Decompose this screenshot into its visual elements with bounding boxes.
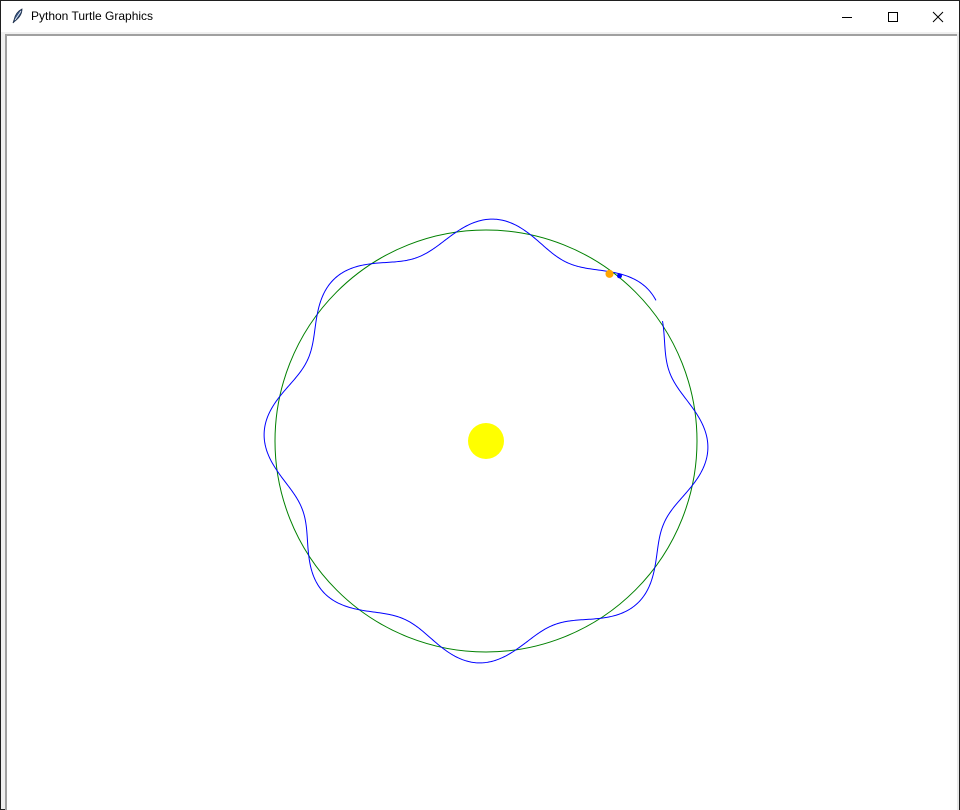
canvas-right-edge bbox=[957, 34, 959, 810]
maximize-button[interactable] bbox=[870, 1, 916, 32]
window-title: Python Turtle Graphics bbox=[31, 9, 154, 23]
feather-icon bbox=[11, 8, 25, 24]
close-icon bbox=[932, 11, 944, 23]
maximize-icon bbox=[887, 11, 899, 23]
title-bar[interactable]: Python Turtle Graphics bbox=[1, 1, 959, 32]
canvas-drawing bbox=[263, 218, 709, 664]
turtle-window: Python Turtle Graphics bbox=[0, 0, 960, 810]
close-button[interactable] bbox=[915, 1, 960, 32]
turtle-canvas[interactable] bbox=[5, 34, 957, 810]
minimize-button[interactable] bbox=[824, 1, 870, 32]
minimize-icon bbox=[841, 11, 853, 23]
moon bbox=[616, 273, 622, 279]
planet bbox=[605, 269, 614, 278]
sun bbox=[468, 423, 504, 459]
